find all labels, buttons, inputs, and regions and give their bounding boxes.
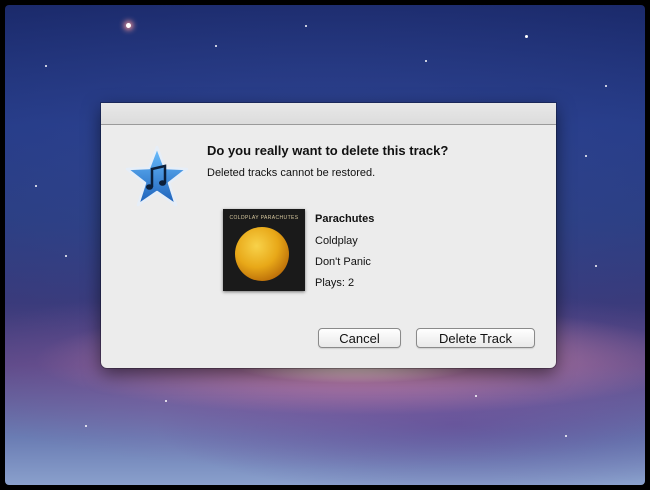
track-artist: Coldplay bbox=[315, 235, 358, 247]
screen: Do you really want to delete this track?… bbox=[0, 0, 650, 490]
album-artwork: COLDPLAY PARACHUTES bbox=[223, 209, 305, 291]
dialog-title-bar bbox=[101, 103, 556, 125]
star bbox=[126, 23, 131, 28]
artwork-label: COLDPLAY PARACHUTES bbox=[229, 215, 299, 221]
star bbox=[565, 435, 567, 437]
star bbox=[425, 60, 427, 62]
delete-track-button[interactable]: Delete Track bbox=[416, 328, 535, 348]
star bbox=[45, 65, 47, 67]
star bbox=[85, 425, 87, 427]
dialog-message: Deleted tracks cannot be restored. bbox=[207, 167, 376, 179]
dialog-title: Do you really want to delete this track? bbox=[207, 143, 449, 158]
star bbox=[35, 185, 37, 187]
delete-track-dialog: Do you really want to delete this track?… bbox=[101, 103, 556, 368]
star bbox=[605, 85, 607, 87]
star bbox=[595, 265, 597, 267]
star bbox=[585, 155, 587, 157]
cancel-button[interactable]: Cancel bbox=[318, 328, 401, 348]
music-star-icon bbox=[125, 145, 189, 209]
track-album-name: Parachutes bbox=[315, 213, 375, 225]
track-plays: Plays: 2 bbox=[315, 277, 355, 289]
star bbox=[165, 400, 167, 402]
star bbox=[525, 35, 528, 38]
star bbox=[215, 45, 217, 47]
artwork-globe bbox=[235, 227, 289, 281]
track-song: Don't Panic bbox=[315, 256, 371, 268]
star bbox=[305, 25, 307, 27]
star bbox=[475, 395, 477, 397]
star bbox=[65, 255, 67, 257]
